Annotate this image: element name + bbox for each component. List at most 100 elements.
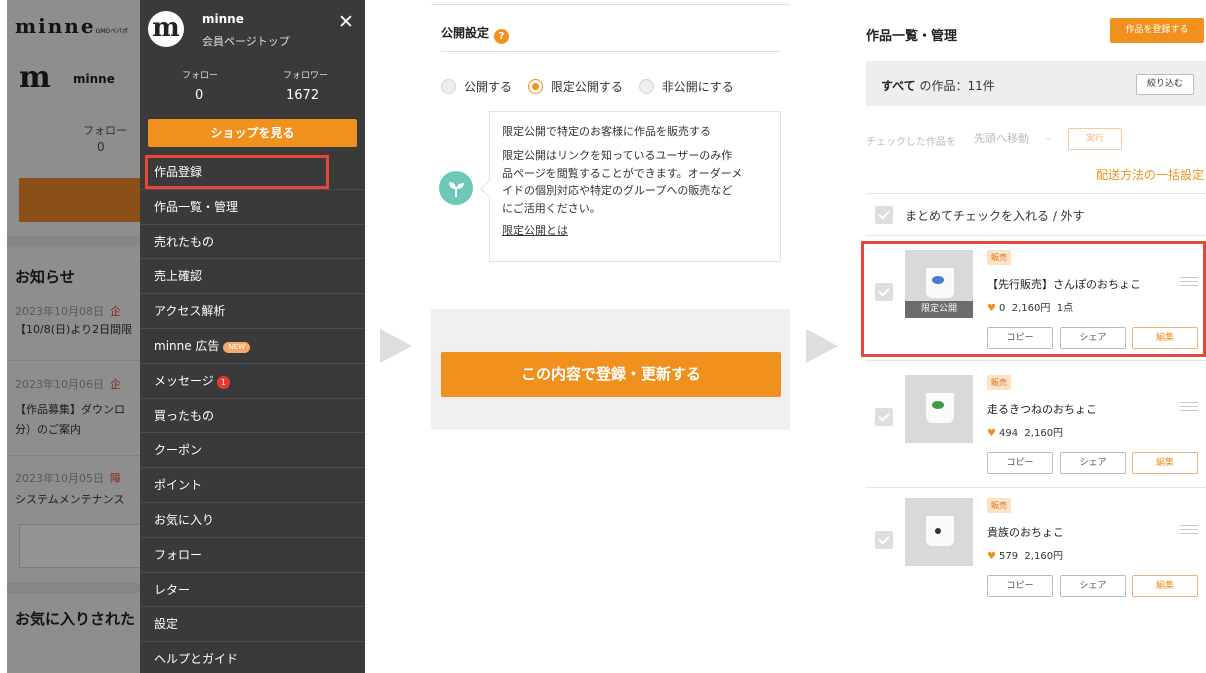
new-badge: NEW (223, 341, 251, 353)
copy-button[interactable]: コピー (987, 575, 1053, 597)
item-checkbox[interactable] (875, 408, 893, 426)
bulk-shipping-link[interactable]: 配送方法の一括設定 (1096, 166, 1204, 183)
item-thumbnail[interactable]: 限定公開 (905, 250, 973, 318)
page-title: 作品一覧・管理 (866, 29, 958, 44)
cup-image (926, 268, 954, 298)
item-name[interactable]: 走るきつねのおちょこ (987, 401, 1097, 417)
menu-item-purchases[interactable]: 買ったもの (140, 399, 365, 434)
copy-button[interactable]: コピー (987, 452, 1053, 474)
menu-label: 売れたもの (154, 234, 215, 249)
step-arrow-icon (806, 329, 838, 363)
chevron-down-icon: ⌄ (1044, 133, 1052, 143)
item-name[interactable]: 【先行販売】さんぽのおちょこ (987, 276, 1141, 292)
drawer-menu: 作品登録 作品一覧・管理 売れたもの 売上確認 アクセス解析 minne 広告 N… (140, 155, 365, 673)
menu-item-favorites[interactable]: お気に入り (140, 503, 365, 538)
about-limited-link[interactable]: 限定公開とは (502, 222, 568, 238)
sprout-icon (439, 171, 473, 205)
copy-button[interactable]: コピー (987, 327, 1053, 349)
share-button[interactable]: シェア (1060, 575, 1126, 597)
item-stats: ♥ 0 2,160円 1点 (987, 303, 1074, 314)
divider (866, 235, 1206, 236)
item-card: 販売 走るきつねのおちょこ ♥ 494 2,160円 コピー シェア 編集 (856, 368, 1206, 486)
divider (866, 360, 1206, 361)
share-button[interactable]: シェア (1060, 327, 1126, 349)
publish-settings-title: 公開設定? (441, 24, 510, 44)
submit-area: この内容で登録・更新する (431, 309, 790, 430)
menu-item-messages[interactable]: メッセージ 1 (140, 364, 365, 399)
menu-label: 作品一覧・管理 (154, 199, 239, 214)
publish-settings-panel: 公開設定? 公開する 限定公開する 非公開にする 限定公開で特定のお客様に作品を… (431, 0, 790, 430)
heart-icon: ♥ (987, 428, 996, 439)
drag-handle-icon[interactable] (1180, 525, 1198, 535)
cup-image (926, 516, 954, 546)
divider (441, 51, 781, 52)
radio-label: 非公開にする (661, 80, 734, 94)
drag-handle-icon[interactable] (1180, 402, 1198, 412)
menu-item-settings[interactable]: 設定 (140, 607, 365, 643)
drag-handle-icon[interactable] (1180, 277, 1198, 287)
register-update-button[interactable]: この内容で登録・更新する (441, 352, 781, 397)
item-card: 限定公開 販売 【先行販売】さんぽのおちょこ ♥ 0 2,160円 1点 コピー … (856, 243, 1206, 361)
side-drawer: m minne 会員ページトップ ✕ フォロー 0 フォロワー 1672 ショッ… (140, 0, 365, 673)
item-checkbox[interactable] (875, 531, 893, 549)
limited-label: 限定公開 (905, 301, 973, 318)
item-card: 販売 貴族のおちょこ ♥ 579 2,160円 コピー シェア 編集 (856, 491, 1206, 609)
radio-limited[interactable]: 限定公開する (527, 78, 623, 95)
menu-item-sales[interactable]: 売上確認 (140, 259, 365, 295)
cup-image (926, 393, 954, 423)
menu-label: メッセージ (154, 373, 214, 388)
share-button[interactable]: シェア (1060, 452, 1126, 474)
radio-private[interactable]: 非公開にする (638, 78, 734, 95)
radio-public[interactable]: 公開する (441, 78, 512, 95)
callout-body: 限定公開はリンクを知っているユーザーのみ作 品ページを閲覧することができます。オ… (502, 149, 743, 215)
item-checkbox[interactable] (875, 283, 893, 301)
menu-item-letters[interactable]: レター (140, 573, 365, 608)
item-name[interactable]: 貴族のおちょこ (987, 524, 1064, 540)
menu-item-analytics[interactable]: アクセス解析 (140, 294, 365, 329)
item-thumbnail[interactable] (905, 375, 973, 443)
filter-button[interactable]: 絞り込む (1136, 74, 1194, 95)
menu-label: レター (154, 582, 191, 597)
close-icon[interactable]: ✕ (338, 11, 354, 33)
bulk-check-label[interactable]: まとめてチェックを入れる / 外す (905, 207, 1085, 224)
execute-button[interactable]: 実行 (1068, 128, 1122, 150)
view-shop-button[interactable]: ショップを見る (148, 119, 357, 147)
menu-item-sold[interactable]: 売れたもの (140, 225, 365, 260)
menu-item-coupons[interactable]: クーポン (140, 433, 365, 469)
menu-label: フォロー (154, 547, 203, 562)
member-top-link[interactable]: 会員ページトップ (202, 33, 290, 49)
step-arrow-icon (380, 329, 412, 363)
callout-title: 限定公開で特定のお客様に作品を販売する (502, 125, 711, 138)
radio-circle[interactable] (527, 79, 543, 94)
heart-icon: ♥ (987, 303, 996, 314)
radio-circle[interactable] (638, 79, 654, 94)
edit-button[interactable]: 編集 (1132, 575, 1198, 597)
bulk-checkbox[interactable] (875, 206, 893, 224)
follower-count[interactable]: 1672 (286, 88, 319, 103)
item-thumbnail[interactable] (905, 498, 973, 566)
menu-label: ヘルプとガイド (154, 652, 239, 667)
edit-button[interactable]: 編集 (1132, 327, 1198, 349)
visibility-radio-group: 公開する 限定公開する 非公開にする (441, 78, 746, 97)
move-select[interactable]: 先頭へ移動 ⌄ (972, 127, 1058, 150)
menu-item-help[interactable]: ヘルプとガイド (140, 642, 365, 673)
item-stats: ♥ 579 2,160円 (987, 551, 1064, 562)
avatar[interactable]: m (148, 11, 184, 47)
limited-publish-callout: 限定公開で特定のお客様に作品を販売する 限定公開はリンクを知っているユーザーのみ… (489, 111, 781, 262)
menu-item-item-list[interactable]: 作品一覧・管理 (140, 190, 365, 225)
follow-count[interactable]: 0 (195, 88, 203, 103)
drawer-username[interactable]: minne (202, 12, 244, 26)
radio-circle[interactable] (441, 79, 456, 94)
menu-item-ads[interactable]: minne 広告 NEW (140, 329, 365, 364)
menu-item-points[interactable]: ポイント (140, 468, 365, 503)
menu-item-follow[interactable]: フォロー (140, 538, 365, 573)
help-icon[interactable]: ? (494, 29, 510, 44)
menu-item-register[interactable]: 作品登録 (140, 155, 365, 190)
add-item-button[interactable]: 作品を登録する (1110, 18, 1204, 43)
item-count-bar: すべて の作品：11件 絞り込む (866, 61, 1206, 106)
divider (866, 193, 1206, 194)
follow-label: フォロー (182, 71, 219, 81)
menu-label: 買ったもの (154, 408, 215, 423)
edit-button[interactable]: 編集 (1132, 452, 1198, 474)
menu-label: お気に入り (154, 512, 215, 527)
